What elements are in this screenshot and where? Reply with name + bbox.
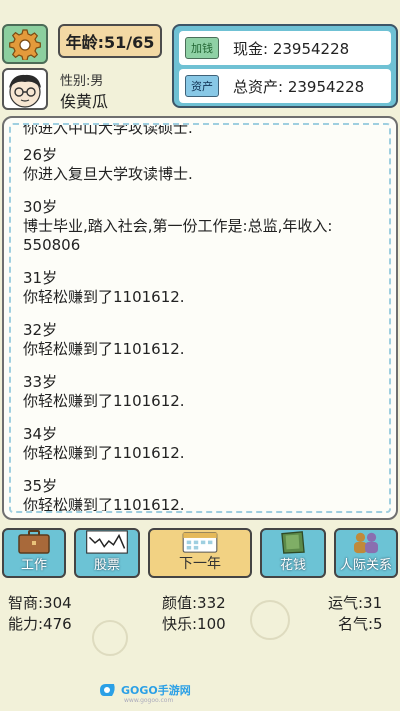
social-button[interactable]: 人际关系 — [334, 528, 398, 578]
life-log-panel[interactable]: 你进入中山大学攻读硕士. 26岁 你进入复旦大学攻读博士. 30岁 博士毕业,踏… — [2, 116, 398, 520]
log-entry: 35岁 你轻松赚到了1101612. — [23, 477, 381, 513]
background-doodle — [92, 620, 128, 656]
log-text: 你进入中山大学攻读硕士. — [23, 123, 193, 137]
log-age: 31岁 — [23, 269, 58, 287]
log-age: 35岁 — [23, 477, 58, 495]
wallet-icon — [281, 531, 305, 554]
log-age: 33岁 — [23, 373, 58, 391]
asset-row: 资产 总资产: 23954228 — [179, 69, 391, 103]
log-entry: 32岁 你轻松赚到了1101612. — [23, 321, 381, 359]
avatar[interactable] — [2, 68, 48, 110]
log-entry: 34岁 你轻松赚到了1101612. — [23, 425, 381, 463]
log-text: 你轻松赚到了1101612. — [23, 444, 185, 462]
cash-row: 加钱 现金: 23954228 — [179, 31, 391, 65]
cash-value: 现金: 23954228 — [233, 39, 350, 58]
boy-with-glasses-avatar — [9, 74, 41, 108]
briefcase-icon — [18, 530, 50, 554]
action-bar: 工作 股票 下一年 花钱 人际关系 — [0, 528, 400, 580]
stock-button[interactable]: 股票 — [74, 528, 140, 578]
log-text: 你轻松赚到了1101612. — [23, 496, 185, 513]
spend-button[interactable]: 花钱 — [260, 528, 326, 578]
stat-looks: 颜值:332 — [162, 594, 226, 612]
age-display: 年龄:51/65 — [58, 24, 162, 58]
log-entry: 31岁 你轻松赚到了1101612. — [23, 269, 381, 307]
stat-luck: 运气:31 — [328, 594, 383, 612]
life-log-list[interactable]: 你进入中山大学攻读硕士. 26岁 你进入复旦大学攻读博士. 30岁 博士毕业,踏… — [23, 123, 381, 513]
log-age: 26岁 — [23, 146, 58, 164]
next-year-label: 下一年 — [179, 556, 221, 572]
life-log-inner: 你进入中山大学攻读硕士. 26岁 你进入复旦大学攻读博士. 30岁 博士毕业,踏… — [9, 123, 391, 513]
stat-ability: 能力:476 — [8, 615, 72, 633]
log-text: 你进入复旦大学攻读博士. — [23, 165, 193, 183]
log-text: 你轻松赚到了1101612. — [23, 288, 185, 306]
total-assets-value: 总资产: 23954228 — [233, 77, 365, 96]
add-money-button[interactable]: 加钱 — [185, 37, 219, 59]
spend-label: 花钱 — [279, 558, 306, 573]
stat-fame: 名气:5 — [338, 615, 383, 633]
social-label: 人际关系 — [339, 558, 392, 573]
log-age: 30岁 — [23, 198, 58, 216]
gender-label: 性别:男 — [60, 74, 104, 89]
log-age: 34岁 — [23, 425, 58, 443]
log-age: 32岁 — [23, 321, 58, 339]
people-icon — [354, 532, 378, 554]
stat-iq: 智商:304 — [8, 594, 72, 612]
log-text: 你轻松赚到了1101612. — [23, 340, 185, 358]
log-entry: 30岁 博士毕业,踏入社会,第一份工作是:总监,年收入: 550806 — [23, 198, 381, 255]
next-year-button[interactable]: 下一年 — [148, 528, 252, 578]
log-text: 博士毕业,踏入社会,第一份工作是:总监,年收入: — [23, 217, 333, 235]
settings-button[interactable] — [2, 24, 48, 64]
log-text-continued: 550806 — [23, 236, 81, 254]
player-name: 俟黄瓜 — [60, 92, 109, 111]
log-entry: 你进入中山大学攻读硕士. — [23, 123, 381, 138]
watermark-url: www.gogoo.com — [124, 697, 174, 704]
assets-button[interactable]: 资产 — [185, 75, 219, 97]
log-entry: 26岁 你进入复旦大学攻读博士. — [23, 146, 381, 184]
calendar-icon — [182, 532, 218, 553]
age-label: 年龄:51/65 — [65, 33, 155, 52]
log-entry: 33岁 你轻松赚到了1101612. — [23, 373, 381, 411]
money-panel: 加钱 现金: 23954228 资产 总资产: 23954228 — [172, 24, 398, 108]
watermark: GOGO手游网 — [98, 682, 191, 698]
stock-chart-icon — [86, 530, 128, 554]
log-text: 你轻松赚到了1101612. — [23, 392, 185, 410]
stat-happiness: 快乐:100 — [162, 615, 226, 633]
watermark-brand: GOGO手游网 — [121, 684, 191, 697]
work-label: 工作 — [20, 558, 47, 573]
stock-label: 股票 — [93, 558, 120, 573]
background-doodle — [250, 600, 290, 640]
work-button[interactable]: 工作 — [2, 528, 66, 578]
watermark-logo-icon — [100, 684, 115, 696]
gear-icon — [9, 29, 41, 60]
